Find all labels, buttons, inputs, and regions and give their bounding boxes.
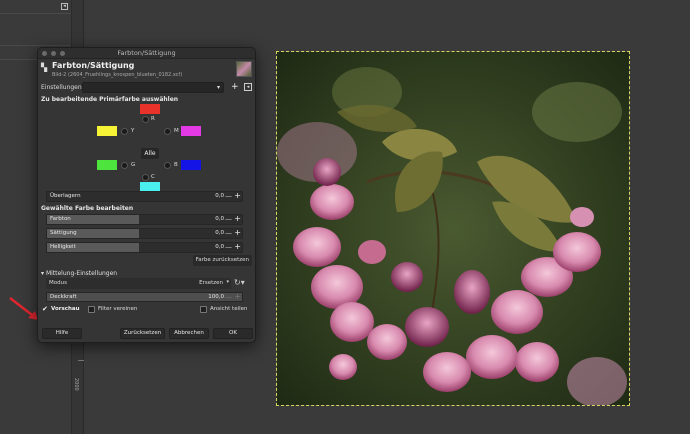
add-preset-icon[interactable]: + [231,82,239,92]
opacity-row: Deckkraft 100,0 — + [41,291,252,303]
green-swatch [97,160,117,170]
image-name: Bild-2 (2604_Fruehlings_knospen_blueten_… [52,72,183,78]
hue-slider[interactable]: Farbton 0,0 — + [46,214,243,225]
blue-label: B [174,162,178,168]
reset-color-button[interactable]: Farbe zurücksetzen [192,255,252,266]
blend-section-label: Mittelung-Einstellungen [45,270,118,277]
options-row: ✔ Vorschau Filter vereinen Ansicht teile… [38,304,255,316]
hue-decrease-icon[interactable]: — [225,215,232,223]
mode-label: Modus [49,280,67,286]
mode-row: Modus Ersetzen ▾ ↻▾ [41,278,252,291]
chevron-down-icon: ▾ [41,270,45,277]
presets-menu-icon[interactable]: ◂ [244,83,252,91]
chevron-down-icon: ▾ [216,84,220,91]
magenta-radio[interactable] [164,128,171,135]
blue-swatch [181,160,201,170]
lightness-label: Helligkeit [50,244,76,250]
magenta-label: M [174,128,179,134]
saturation-row: Sättigung 0,0 — + [41,227,252,241]
saturation-decrease-icon[interactable]: — [225,229,232,237]
help-button[interactable]: Hilfe [42,328,82,339]
saturation-increase-icon[interactable]: + [234,229,241,237]
magenta-swatch [181,126,201,136]
ruler-number: 2000 [73,378,79,391]
filter-merge-label: Filter vereinen [98,306,138,312]
blossom-photo [277,52,629,405]
mode-options-icon[interactable]: ↻▾ [234,278,250,289]
yellow-radio[interactable] [121,128,128,135]
opacity-value: 100,0 [208,294,224,300]
overlap-increase-icon[interactable]: + [234,192,241,200]
lightness-slider[interactable]: Helligkeit 0,0 — + [46,242,243,253]
green-label: G [131,162,136,168]
dialog-footer: Hilfe Zurücksetzen Abbrechen OK [38,326,255,342]
yellow-swatch [97,126,117,136]
preview-checkbox[interactable]: ✔ [42,306,49,313]
blend-section-title[interactable]: ▾ Mittelung-Einstellungen [38,269,255,278]
dialog-heading: Farbton/Sättigung [52,61,135,70]
saturation-value: 0,0 [215,230,224,236]
hue-increase-icon[interactable]: + [234,215,241,223]
zoom-window-button[interactable] [60,51,65,56]
red-swatch [140,104,160,114]
chevron-down-icon: ▾ [226,279,229,285]
overlap-row: Überlagern 0,0 — + [41,190,252,204]
blue-radio[interactable] [164,162,171,169]
primary-color-section-title: Zu bearbeitende Primärfarbe auswählen [41,96,179,103]
overlap-label: Überlagern [50,193,81,199]
opacity-label: Deckkraft [50,294,77,300]
dialog-header: ▚ Farbton/Sättigung Bild-2 (2604_Fruehli… [38,59,255,81]
overlap-decrease-icon[interactable]: — [225,192,232,200]
image-canvas[interactable] [276,51,630,406]
hue-saturation-dialog: Farbton/Sättigung ▚ Farbton/Sättigung Bi… [37,47,256,343]
hue-value: 0,0 [215,216,224,222]
split-view-label: Ansicht teilen [210,306,248,312]
yellow-label: Y [131,128,135,134]
reset-button[interactable]: Zurücksetzen [120,328,165,339]
saturation-label: Sättigung [50,230,77,236]
lightness-increase-icon[interactable]: + [234,243,241,251]
presets-label: Einstellungen: [41,84,84,91]
presets-combo[interactable]: ▾ [82,82,224,93]
all-button[interactable]: Alle [141,148,159,159]
opacity-slider[interactable]: Deckkraft 100,0 — + [46,292,243,302]
red-radio[interactable] [142,116,149,123]
mode-combo[interactable]: Modus Ersetzen ▾ [46,278,231,289]
overlap-value: 0,0 [215,193,224,199]
saturation-slider[interactable]: Sättigung 0,0 — + [46,228,243,239]
green-radio[interactable] [121,162,128,169]
dock-row: ◂ [0,0,71,14]
cyan-label: C [151,174,155,180]
filter-merge-checkbox[interactable] [88,306,95,313]
hue-row: Farbton 0,0 — + [41,213,252,227]
minimize-window-button[interactable] [51,51,56,56]
dock-menu-icon[interactable]: ◂ [61,3,68,10]
preview-label: Vorschau [51,306,80,312]
lightness-value: 0,0 [215,244,224,250]
lightness-row: Helligkeit 0,0 — + [41,241,252,255]
opacity-increase-icon[interactable]: + [234,293,241,301]
image-thumbnail [236,61,252,77]
mode-value: Ersetzen [199,280,223,286]
split-view-checkbox[interactable] [200,306,207,313]
hue-label: Farbton [50,216,71,222]
lightness-decrease-icon[interactable]: — [225,243,232,251]
primary-color-selector: R Y M Alle G B C [38,104,255,192]
red-label: R [151,116,155,122]
cyan-radio[interactable] [142,174,149,181]
opacity-decrease-icon[interactable]: — [225,293,232,301]
cancel-button[interactable]: Abbrechen [169,328,209,339]
adjust-color-section-title: Gewählte Farbe bearbeiten [41,205,134,212]
hue-saturation-icon: ▚ [41,63,48,72]
reset-color-row: Farbe zurücksetzen [38,255,255,269]
close-window-button[interactable] [42,51,47,56]
dialog-titlebar[interactable]: Farbton/Sättigung [38,48,255,59]
overlap-slider[interactable]: Überlagern 0,0 — + [46,191,243,202]
dock-row [0,32,71,46]
presets-row: Einstellungen: ▾ + ◂ [38,81,255,95]
ok-button[interactable]: OK [213,328,253,339]
window-title: Farbton/Sättigung [117,49,176,57]
